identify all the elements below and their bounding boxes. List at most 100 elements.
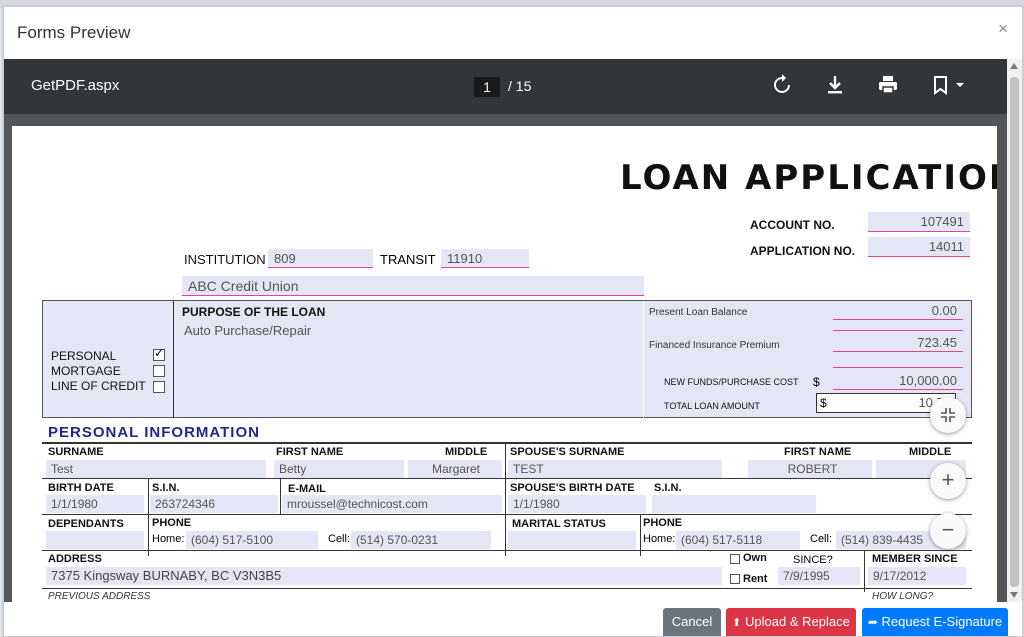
spouse-surname-label: SPOUSE'S SURNAME xyxy=(510,446,625,458)
present-balance-field[interactable]: 0.00 xyxy=(833,302,963,320)
page-number-input[interactable]: 1 xyxy=(474,77,500,97)
section-divider xyxy=(173,301,174,418)
loan-type-loc-label: LINE OF CREDIT xyxy=(51,379,146,393)
col-divider xyxy=(148,479,149,514)
insurance-field[interactable]: 723.45 xyxy=(833,334,963,352)
amounts-divider xyxy=(643,301,644,418)
scroll-up-icon[interactable] xyxy=(1010,63,1018,69)
middle-label: MIDDLE xyxy=(445,446,488,458)
account-no-field[interactable]: 107491 xyxy=(868,212,970,232)
spouse-birth-label: SPOUSE'S BIRTH DATE xyxy=(510,482,635,494)
middle-field[interactable]: Margaret xyxy=(408,460,502,478)
total-label: TOTAL LOAN AMOUNT xyxy=(664,401,760,411)
address-field[interactable]: 7375 Kingsway BURNABY, BC V3N3B5 xyxy=(46,567,722,585)
row-rule xyxy=(42,550,972,551)
viewer-scrollbar[interactable] xyxy=(1007,59,1022,602)
application-no-field[interactable]: 14011 xyxy=(868,237,970,257)
new-funds-currency: $ xyxy=(813,375,820,389)
phone-label: PHONE xyxy=(152,517,192,529)
home-label: Home: xyxy=(152,533,185,545)
zoom-out-button[interactable]: − xyxy=(930,513,966,549)
spouse-cell-label: Cell: xyxy=(810,533,833,545)
spouse-first-field[interactable]: ROBERT xyxy=(748,460,872,478)
dependants-field[interactable] xyxy=(46,531,144,549)
surname-field[interactable]: Test xyxy=(46,460,266,478)
birth-field[interactable]: 1/1/1980 xyxy=(46,495,144,513)
present-balance-label: Present Loan Balance xyxy=(649,307,748,318)
row-rule xyxy=(42,478,972,479)
mortgage-checkbox[interactable] xyxy=(153,365,165,377)
new-funds-field[interactable]: 10,000.00 xyxy=(833,372,963,390)
personal-info-header: PERSONAL INFORMATION xyxy=(48,424,260,441)
institution-field[interactable]: 809 xyxy=(268,249,373,268)
account-no-label: ACCOUNT NO. xyxy=(750,218,835,232)
email-field[interactable]: mroussel@technicost.com xyxy=(282,495,502,513)
pdf-page: LOAN APPLICATION ACCOUNT NO. 107491 APPL… xyxy=(12,126,997,606)
spouse-middle-label: MIDDLE xyxy=(909,446,952,458)
col-divider xyxy=(864,551,865,592)
spouse-sin-label: S.I.N. xyxy=(654,482,682,494)
spouse-home-field[interactable]: (604) 517-5118 xyxy=(676,531,800,549)
home-phone-field[interactable]: (604) 517-5100 xyxy=(186,531,318,549)
personal-checkbox[interactable]: ✓ xyxy=(153,346,165,361)
transit-label: TRANSIT xyxy=(380,252,436,267)
esign-label: Request E-Signature xyxy=(881,614,1003,629)
marital-field[interactable] xyxy=(508,531,636,549)
transit-field[interactable]: 11910 xyxy=(441,249,529,268)
purpose-label: PURPOSE OF THE LOAN xyxy=(182,305,326,319)
total-currency: $ xyxy=(820,396,827,410)
row-rule xyxy=(42,514,972,515)
cell-label: Cell: xyxy=(328,533,351,545)
bookmark-icon[interactable] xyxy=(929,73,969,97)
since-field[interactable]: 7/9/1995 xyxy=(778,567,860,585)
member-since-field[interactable]: 9/17/2012 xyxy=(868,567,966,585)
application-no-label: APPLICATION NO. xyxy=(750,244,856,258)
dependants-label: DEPENDANTS xyxy=(48,518,124,530)
birth-label: BIRTH DATE xyxy=(48,482,114,494)
rent-checkbox[interactable] xyxy=(730,574,740,584)
col-divider xyxy=(505,444,506,556)
fit-page-button[interactable] xyxy=(930,397,966,433)
first-name-field[interactable]: Betty xyxy=(274,460,404,478)
pdf-viewer: GetPDF.aspx 1 / 15 LOAN APPLICATION ACCO… xyxy=(4,59,1022,606)
how-long-label: HOW LONG? xyxy=(872,591,934,602)
purpose-value[interactable]: Auto Purchase/Repair xyxy=(184,323,311,338)
spouse-phone-label: PHONE xyxy=(643,517,683,529)
spouse-birth-field[interactable]: 1/1/1980 xyxy=(508,495,646,513)
insurance-spacer xyxy=(833,354,963,368)
email-label: E-MAIL xyxy=(288,483,326,495)
upload-replace-button[interactable]: ⬆ Upload & Replace xyxy=(726,608,856,636)
forms-preview-modal: Forms Preview × GetPDF.aspx 1 / 15 LOAN … xyxy=(3,6,1023,637)
present-balance-spacer xyxy=(833,321,963,331)
scrollbar-thumb[interactable] xyxy=(1010,77,1019,587)
row-rule xyxy=(42,588,972,589)
col-divider xyxy=(280,479,281,514)
credit-union-field[interactable]: ABC Credit Union xyxy=(182,276,644,296)
sin-field[interactable]: 263724346 xyxy=(150,495,278,513)
loan-type-mortgage-label: MORTGAGE xyxy=(51,364,121,378)
cancel-label: Cancel xyxy=(671,614,713,629)
rent-label: Rent xyxy=(743,573,768,585)
rotate-icon[interactable] xyxy=(770,73,794,97)
request-esignature-button[interactable]: ➦ Request E-Signature xyxy=(862,608,1008,636)
own-checkbox[interactable] xyxy=(730,554,740,564)
insurance-label: Financed Insurance Premium xyxy=(649,340,780,351)
previous-address-label: PREVIOUS ADDRESS xyxy=(48,591,151,602)
upload-icon: ⬆ xyxy=(732,617,742,629)
address-label: ADDRESS xyxy=(48,553,102,565)
new-funds-label: NEW FUNDS/PURCHASE COST xyxy=(664,377,799,387)
cell-phone-field[interactable]: (514) 570-0231 xyxy=(351,531,491,549)
download-icon[interactable] xyxy=(823,73,847,97)
scroll-down-icon[interactable] xyxy=(1010,592,1018,598)
member-since-label: MEMBER SINCE xyxy=(872,553,958,565)
spouse-sin-field[interactable] xyxy=(652,495,816,513)
zoom-in-button[interactable]: + xyxy=(930,463,966,499)
close-icon[interactable]: × xyxy=(998,19,1008,39)
header-rule xyxy=(42,442,972,444)
spouse-surname-field[interactable]: TEST xyxy=(508,460,722,478)
line-of-credit-checkbox[interactable] xyxy=(153,381,165,393)
print-icon[interactable] xyxy=(876,73,900,97)
share-icon: ➦ xyxy=(867,615,878,629)
modal-title: Forms Preview xyxy=(17,23,131,42)
cancel-button[interactable]: Cancel xyxy=(663,608,721,636)
